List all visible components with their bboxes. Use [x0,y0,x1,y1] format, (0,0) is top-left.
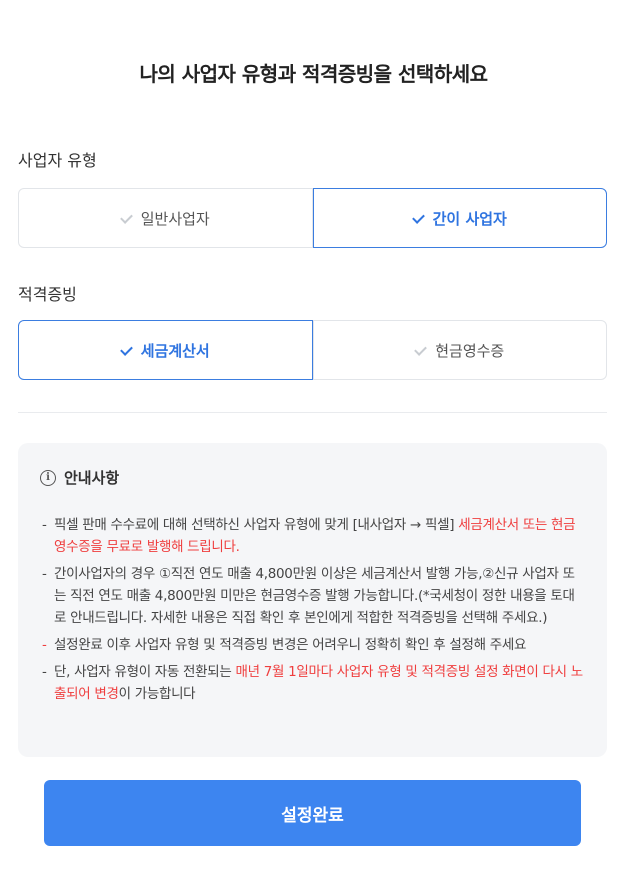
general-business-option[interactable]: 일반사업자 [18,188,313,248]
notice-heading: 안내사항 [64,469,120,487]
proof-type-label: 적격증빙 [18,285,77,304]
notice-item: 단, 사업자 유형이 자동 전환되는 매년 7월 1일마다 사업자 유형 및 적… [40,661,585,705]
divider [18,412,607,413]
check-icon [121,344,133,356]
notice-item-warning: 설정완료 이후 사업자 유형 및 적격증빙 변경은 어려우니 정확히 확인 후 … [40,634,585,656]
notice-text: 간이사업자의 경우 ①직전 연도 매출 4,800만원 이상은 세금계산서 발행… [54,566,575,626]
notice-text: 설정완료 이후 사업자 유형 및 적격증빙 변경은 어려우니 정확히 확인 후 … [54,637,527,653]
cash-receipt-option[interactable]: 현금영수증 [312,320,607,380]
check-icon [413,212,425,224]
notice-text: 픽셀 판매 수수료에 대해 선택하신 사업자 유형에 맞게 [내사업자 → 픽셀… [54,517,459,533]
notice-header: i 안내사항 [40,467,585,488]
check-icon [121,212,133,224]
complete-setup-button[interactable]: 설정완료 [44,780,581,846]
notice-list: 픽셀 판매 수수료에 대해 선택하신 사업자 유형에 맞게 [내사업자 → 픽셀… [40,514,585,705]
option-label: 현금영수증 [435,341,505,360]
business-type-label: 사업자 유형 [18,151,97,170]
info-icon: i [40,469,56,486]
notice-text: 이 가능합니다 [118,686,196,702]
simplified-business-option[interactable]: 간이 사업자 [312,188,607,248]
tax-invoice-option[interactable]: 세금계산서 [18,320,313,380]
option-label: 세금계산서 [140,341,210,360]
page-title: 나의 사업자 유형과 적격증빙을 선택하세요 [139,62,488,86]
check-icon [415,344,427,356]
notice-text: 단, 사업자 유형이 자동 전환되는 [54,664,236,680]
option-label: 일반사업자 [140,209,210,228]
notice-item: 간이사업자의 경우 ①직전 연도 매출 4,800만원 이상은 세금계산서 발행… [40,563,585,629]
option-label: 간이 사업자 [432,209,507,228]
notice-box: i 안내사항 픽셀 판매 수수료에 대해 선택하신 사업자 유형에 맞게 [내사… [18,443,607,757]
notice-item: 픽셀 판매 수수료에 대해 선택하신 사업자 유형에 맞게 [내사업자 → 픽셀… [40,514,585,558]
business-type-selector: 일반사업자 간이 사업자 [18,188,607,248]
proof-type-selector: 세금계산서 현금영수증 [18,320,607,380]
